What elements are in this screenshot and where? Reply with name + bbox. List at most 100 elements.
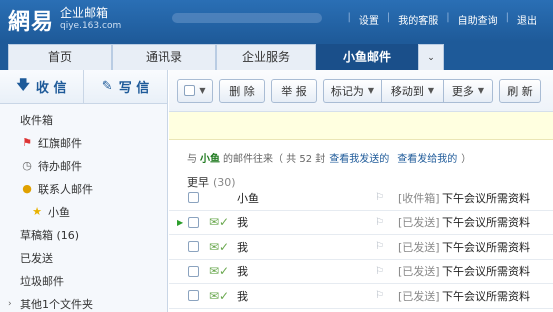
row-checkbox[interactable]: [188, 265, 199, 277]
email-folder-tag: [已发送]: [398, 265, 440, 279]
folder-drafts[interactable]: 草稿箱 (16): [0, 223, 167, 246]
mail-toolbar: ▼ 删 除 举 报 标记为 ▼ 移动到 ▼ 更多 ▼ 刷 新: [169, 70, 553, 112]
flag-icon[interactable]: ⚐: [375, 192, 384, 203]
main-panel: ▼ 删 除 举 报 标记为 ▼ 移动到 ▼ 更多 ▼ 刷 新 与 小鱼 的邮件往…: [169, 70, 553, 312]
select-all-dropdown[interactable]: ▼: [177, 78, 213, 103]
compose-button[interactable]: ✎ 写 信: [84, 70, 167, 103]
summary-prefix: 与: [187, 153, 197, 165]
more-label: 更多: [451, 84, 474, 98]
move-to-dropdown[interactable]: 移动到 ▼: [381, 78, 443, 103]
row-checkbox[interactable]: [188, 216, 199, 228]
folder-label: 已发送: [20, 251, 53, 265]
chevron-right-icon[interactable]: ›: [8, 299, 12, 309]
folder-others[interactable]: › 其他1个文件夹: [0, 292, 167, 312]
self-service-link[interactable]: 自助查询: [450, 12, 506, 27]
tab-home[interactable]: 首页: [8, 44, 112, 70]
email-row[interactable]: ✉✓ 我 ⚐ [已发送] 下午会议所需资料: [169, 284, 553, 309]
email-folder-tag: [已发送]: [398, 240, 440, 254]
folder-contact-mail[interactable]: ● 联系人邮件: [0, 177, 167, 200]
clock-icon: ◷: [22, 159, 32, 172]
email-row[interactable]: 小鱼 ⚐ [收件箱] 下午会议所需资料: [169, 186, 553, 211]
email-sender: 小鱼: [237, 191, 259, 205]
chevron-down-icon: ⌄: [427, 53, 435, 63]
top-links: | 设置 | 我的客服 | 自助查询 | 退出: [348, 12, 546, 27]
logo-name: 企业邮箱: [60, 6, 109, 20]
caret-down-icon: ▼: [427, 86, 435, 95]
tab-bar: 首页 通讯录 企业服务 小鱼邮件 ⌄: [0, 42, 553, 70]
logo[interactable]: 網易 企业邮箱 qiye.163.com: [8, 4, 121, 36]
folder-label: 小鱼: [48, 205, 70, 219]
compose-label: 写 信: [118, 81, 150, 96]
sent-envelope-icon: ✉✓: [209, 264, 230, 279]
mark-as-dropdown[interactable]: 标记为 ▼: [323, 78, 381, 103]
conversation-summary: 与 小鱼 的邮件往来（ 共 52 封 查看我发送的 查看发给我的 ）: [169, 140, 553, 174]
folder-contact-xiaoyu[interactable]: ★ 小鱼: [0, 200, 167, 223]
email-subject: 下午会议所需资料: [442, 240, 530, 254]
folder-label: 草稿箱 (16): [20, 228, 80, 242]
email-subject: 下午会议所需资料: [442, 191, 530, 205]
delete-button[interactable]: 删 除: [219, 78, 265, 103]
settings-link[interactable]: 设置: [351, 12, 387, 27]
receive-label: 收 信: [35, 81, 67, 96]
logo-mark: 網易: [8, 9, 55, 35]
summary-suffix: ）: [461, 153, 472, 165]
email-folder-tag: [已发送]: [398, 289, 440, 303]
flag-icon[interactable]: ⚐: [375, 217, 384, 228]
view-sent-to-me-link[interactable]: 查看发给我的: [397, 150, 457, 165]
email-subject: 下午会议所需资料: [442, 216, 530, 230]
report-button[interactable]: 举 报: [271, 78, 317, 103]
logout-link[interactable]: 退出: [509, 12, 545, 27]
receive-mail-button[interactable]: 🡇 收 信: [0, 70, 84, 103]
move-to-label: 移动到: [390, 84, 424, 98]
folder-sent[interactable]: 已发送: [0, 246, 167, 269]
caret-down-icon: ▼: [199, 86, 206, 95]
folder-label: 红旗邮件: [38, 136, 82, 150]
red-flag-icon: ⚑: [22, 136, 32, 149]
email-sender: 我: [237, 289, 248, 303]
download-arrow-icon: 🡇: [16, 77, 30, 93]
tab-xiaoyu-mail[interactable]: 小鱼邮件: [316, 44, 418, 70]
folder-label: 待办邮件: [38, 159, 82, 173]
person-icon: ●: [22, 182, 32, 195]
customer-service-link[interactable]: 我的客服: [390, 12, 446, 27]
flag-icon[interactable]: ⚐: [375, 290, 384, 301]
row-checkbox[interactable]: [188, 192, 199, 204]
tab-contacts[interactable]: 通讯录: [112, 44, 216, 70]
email-subject: 下午会议所需资料: [442, 265, 530, 279]
sidebar: 🡇 收 信 ✎ 写 信 收件箱 ⚑ 红旗邮件 ◷ 待办邮件 ● 联系人邮件 ★ …: [0, 70, 168, 312]
logo-domain: qiye.163.com: [60, 21, 122, 31]
notice-bar: [169, 112, 553, 140]
email-subject: 下午会议所需资料: [442, 289, 530, 303]
tab-enterprise-services[interactable]: 企业服务: [216, 44, 316, 70]
row-checkbox[interactable]: [188, 241, 199, 253]
star-icon: ★: [32, 205, 42, 218]
email-row[interactable]: ✉✓ 我 ⚐ [已发送] 下午会议所需资料: [169, 260, 553, 284]
email-row[interactable]: ▶ ✉✓ 我 ⚐ [已发送] 下午会议所需资料: [169, 211, 553, 235]
row-checkbox[interactable]: [188, 290, 199, 302]
more-dropdown[interactable]: 更多 ▼: [443, 78, 493, 103]
view-sent-by-me-link[interactable]: 查看我发送的: [329, 150, 389, 165]
tab-more-button[interactable]: ⌄: [418, 44, 444, 70]
action-dropdowns: 标记为 ▼ 移动到 ▼ 更多 ▼: [323, 78, 493, 103]
top-bar: 網易 企业邮箱 qiye.163.com | 设置 | 我的客服 | 自助查询 …: [0, 0, 553, 42]
caret-down-icon: ▼: [367, 86, 375, 95]
flag-icon[interactable]: ⚐: [375, 241, 384, 252]
folder-spam[interactable]: 垃圾邮件: [0, 269, 167, 292]
select-all-checkbox[interactable]: [184, 85, 196, 96]
mark-as-label: 标记为: [330, 84, 364, 98]
email-sender: 我: [237, 240, 248, 254]
account-name-redacted: [172, 13, 322, 23]
email-sender: 我: [237, 216, 248, 230]
folder-flagged[interactable]: ⚑ 红旗邮件: [0, 131, 167, 154]
flag-icon[interactable]: ⚐: [375, 266, 384, 277]
contact-name[interactable]: 小鱼: [200, 150, 220, 165]
current-row-pointer-icon: ▶: [177, 217, 184, 227]
email-list: 小鱼 ⚐ [收件箱] 下午会议所需资料 ▶ ✉✓ 我 ⚐ [已发送] 下午会议所…: [169, 186, 553, 309]
email-sender: 我: [237, 265, 248, 279]
email-row[interactable]: ✉✓ 我 ⚐ [已发送] 下午会议所需资料: [169, 235, 553, 260]
email-folder-tag: [已发送]: [398, 216, 440, 230]
summary-count: 的邮件往来（ 共 52 封: [223, 153, 326, 165]
refresh-button[interactable]: 刷 新: [499, 78, 541, 103]
folder-inbox[interactable]: 收件箱: [0, 108, 167, 131]
folder-todo[interactable]: ◷ 待办邮件: [0, 154, 167, 177]
